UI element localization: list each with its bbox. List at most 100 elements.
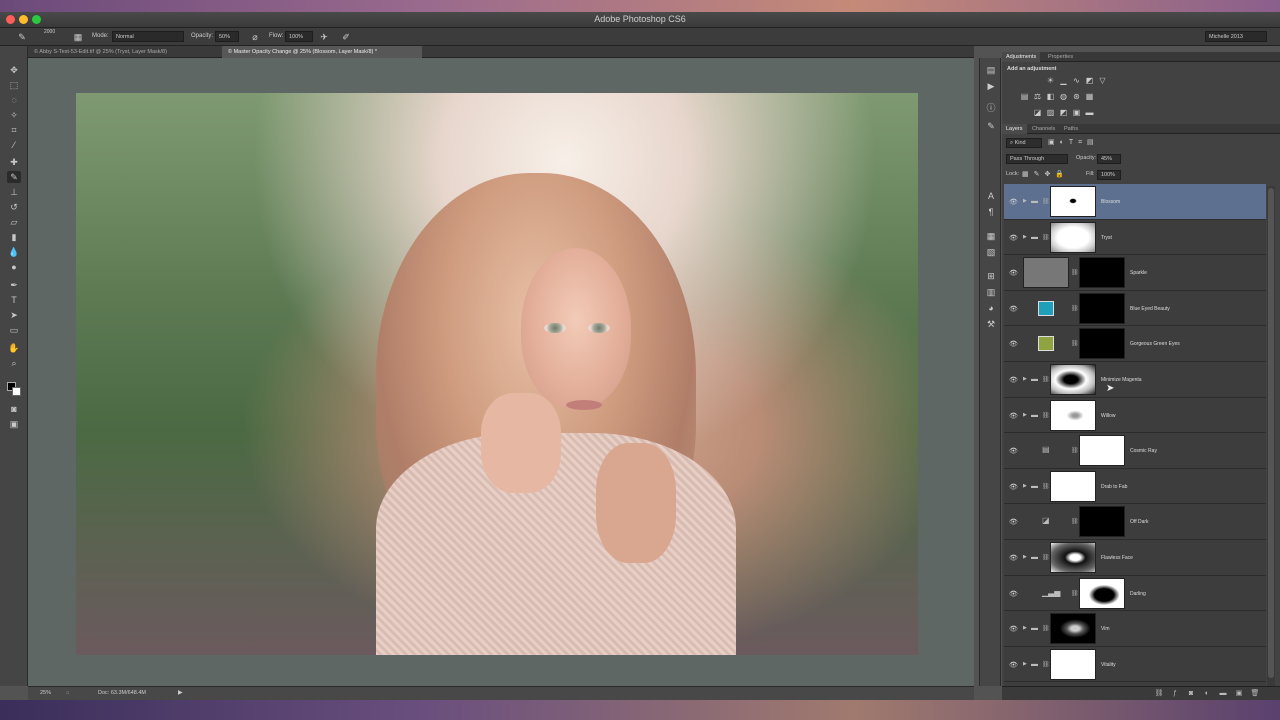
- link-icon[interactable]: ⛓: [1042, 625, 1050, 632]
- path-selection-tool-icon[interactable]: ➤: [7, 309, 21, 321]
- exposure-icon[interactable]: ◩: [1085, 76, 1094, 85]
- tool-presets-icon[interactable]: ⚒: [985, 318, 997, 330]
- lasso-tool-icon[interactable]: ◌: [7, 94, 21, 106]
- document-tab-master[interactable]: © Master Opacity Change @ 25% (Blossom, …: [222, 46, 422, 58]
- visibility-eye-icon[interactable]: 👁: [1009, 483, 1018, 491]
- layer-name[interactable]: Off Dark: [1130, 519, 1149, 525]
- info-panel-icon[interactable]: ⓘ: [985, 102, 997, 114]
- color-fill-swatch[interactable]: [1038, 300, 1054, 316]
- layer-opacity-field[interactable]: 45%: [1097, 154, 1121, 164]
- layer-mask-thumbnail[interactable]: [1050, 542, 1096, 573]
- link-icon[interactable]: ⛓: [1071, 269, 1079, 276]
- background-color-swatch[interactable]: [12, 387, 21, 396]
- swatches-panel-icon[interactable]: ▦: [985, 230, 997, 242]
- clone-stamp-tool-icon[interactable]: ⊥: [7, 186, 21, 198]
- layer-mask-thumbnail[interactable]: [1079, 257, 1125, 289]
- curves-icon[interactable]: ∿: [1072, 76, 1081, 85]
- mode-select[interactable]: Normal: [112, 31, 184, 42]
- threshold-icon[interactable]: ◩: [1059, 108, 1068, 117]
- layer-mask-thumbnail[interactable]: [1050, 399, 1096, 431]
- layer-row-cosmic-ray[interactable]: 👁 ▤ ⛓ Cosmic Ray: [1004, 433, 1266, 469]
- tab-adjustments[interactable]: Adjustments: [1002, 52, 1041, 62]
- delete-layer-icon[interactable]: 🗑: [1250, 689, 1260, 699]
- type-tool-icon[interactable]: T: [7, 294, 21, 306]
- fill-field[interactable]: 100%: [1097, 170, 1121, 180]
- character-panel-icon[interactable]: A: [985, 190, 997, 202]
- pen-tool-icon[interactable]: ✒: [7, 279, 21, 291]
- layer-name[interactable]: Sparkle: [1130, 270, 1147, 276]
- visibility-eye-icon[interactable]: 👁: [1009, 412, 1018, 420]
- blur-tool-icon[interactable]: 💧: [7, 246, 21, 258]
- layer-name[interactable]: Cosmic Ray: [1130, 448, 1157, 454]
- expand-arrow-icon[interactable]: ▶: [1023, 483, 1027, 489]
- expand-arrow-icon[interactable]: ▶: [1023, 554, 1027, 560]
- layer-row-vitality[interactable]: 👁 ▶ ▬ ⛓ Vitality: [1004, 647, 1266, 683]
- layer-mask-thumbnail[interactable]: [1079, 292, 1125, 324]
- layer-mask-thumbnail[interactable]: [1050, 648, 1096, 680]
- layer-style-fx-icon[interactable]: ƒ: [1170, 689, 1180, 699]
- healing-brush-tool-icon[interactable]: ✚: [7, 156, 21, 168]
- color-panel-icon[interactable]: ◕: [985, 302, 997, 314]
- layer-row-vim[interactable]: 👁 ▶ ▬ ⛓ Vim: [1004, 611, 1266, 647]
- layer-row-blossom[interactable]: 👁 ▶ ▬ ⛓ Blossom: [1004, 184, 1266, 220]
- actions-panel-icon[interactable]: ▶: [985, 80, 997, 92]
- status-export-icon[interactable]: ⌂: [66, 687, 69, 700]
- visibility-eye-icon[interactable]: 👁: [1009, 554, 1018, 562]
- blend-mode-select[interactable]: Pass Through: [1006, 154, 1068, 164]
- quick-mask-icon[interactable]: ◙: [7, 403, 21, 415]
- brush-size-value[interactable]: 2000: [44, 29, 55, 35]
- eraser-tool-icon[interactable]: ▱: [7, 216, 21, 228]
- history-brush-tool-icon[interactable]: ↺: [7, 201, 21, 213]
- gradient-tool-icon[interactable]: ▮: [7, 231, 21, 243]
- layer-row-sparkle[interactable]: 👁 ⛓ Sparkle: [1004, 255, 1266, 291]
- dodge-tool-icon[interactable]: ●: [7, 261, 21, 273]
- link-layers-icon[interactable]: ⛓: [1154, 689, 1164, 699]
- screen-mode-icon[interactable]: ▣: [7, 418, 21, 430]
- quick-select-tool-icon[interactable]: ✧: [7, 109, 21, 121]
- layer-row-willow[interactable]: 👁 ▶ ▬ ⛓ Willow: [1004, 398, 1266, 434]
- shape-tool-icon[interactable]: ▭: [7, 324, 21, 336]
- expand-arrow-icon[interactable]: ▶: [1023, 234, 1027, 240]
- expand-arrow-icon[interactable]: ▶: [1023, 661, 1027, 667]
- styles-panel-icon[interactable]: ▧: [985, 246, 997, 258]
- selective-color-icon[interactable]: ▣: [1072, 108, 1081, 117]
- flow-field[interactable]: 100%: [285, 31, 313, 42]
- visibility-eye-icon[interactable]: 👁: [1009, 661, 1018, 669]
- link-icon[interactable]: ⛓: [1071, 590, 1079, 597]
- lock-icons[interactable]: ▦✎✥🔒: [1022, 170, 1069, 178]
- layer-name[interactable]: Flawless Face: [1101, 555, 1133, 561]
- visibility-eye-icon[interactable]: 👁: [1009, 340, 1018, 348]
- vibrance-icon[interactable]: ▽: [1098, 76, 1107, 85]
- layers-scrollbar[interactable]: [1267, 186, 1275, 686]
- layer-name[interactable]: Blue Eyed Beauty: [1130, 306, 1170, 312]
- expand-arrow-icon[interactable]: ▶: [1023, 198, 1027, 204]
- new-layer-icon[interactable]: ▣: [1234, 689, 1244, 699]
- color-fill-swatch[interactable]: [1038, 336, 1054, 352]
- layer-name[interactable]: Gorgeous Green Eyes: [1130, 341, 1180, 347]
- hue-saturation-icon[interactable]: ▤: [1020, 92, 1029, 101]
- zoom-tool-icon[interactable]: ⌕: [7, 357, 21, 369]
- posterize-icon[interactable]: ▨: [1046, 108, 1055, 117]
- visibility-eye-icon[interactable]: 👁: [1009, 590, 1018, 598]
- visibility-eye-icon[interactable]: 👁: [1009, 269, 1018, 277]
- curves-adjustment-icon[interactable]: ◪: [1042, 516, 1050, 525]
- link-icon[interactable]: ⛓: [1042, 483, 1050, 490]
- layer-row-gorgeous-green-eyes[interactable]: 👁 ⛓ Gorgeous Green Eyes: [1004, 326, 1266, 362]
- expand-arrow-icon[interactable]: ▶: [1023, 376, 1027, 382]
- layer-row-darling[interactable]: 👁 ▁▃▅ ⛓ Darling: [1004, 576, 1266, 612]
- layer-mask-thumbnail[interactable]: [1050, 470, 1096, 502]
- layer-row-flawless-face[interactable]: 👁 ▶ ▬ ⛓ Flawless Face: [1004, 540, 1266, 576]
- new-group-icon[interactable]: ▬: [1218, 689, 1228, 699]
- opacity-field[interactable]: 50%: [215, 31, 239, 42]
- layer-mask-thumbnail[interactable]: [1079, 435, 1125, 467]
- brush-tool-preset-icon[interactable]: ✎: [16, 31, 28, 43]
- brightness-contrast-icon[interactable]: ☀: [1046, 76, 1055, 85]
- layer-name[interactable]: Darling: [1130, 591, 1146, 597]
- layer-filter-select[interactable]: ⌕ Kind: [1006, 138, 1042, 148]
- layer-mask-thumbnail[interactable]: [1050, 364, 1096, 395]
- brush-presets-icon[interactable]: ✎: [985, 120, 997, 132]
- link-icon[interactable]: ⛓: [1071, 340, 1079, 347]
- document-image[interactable]: [76, 93, 918, 655]
- add-mask-icon[interactable]: ◙: [1186, 689, 1196, 699]
- link-icon[interactable]: ⛓: [1071, 447, 1079, 454]
